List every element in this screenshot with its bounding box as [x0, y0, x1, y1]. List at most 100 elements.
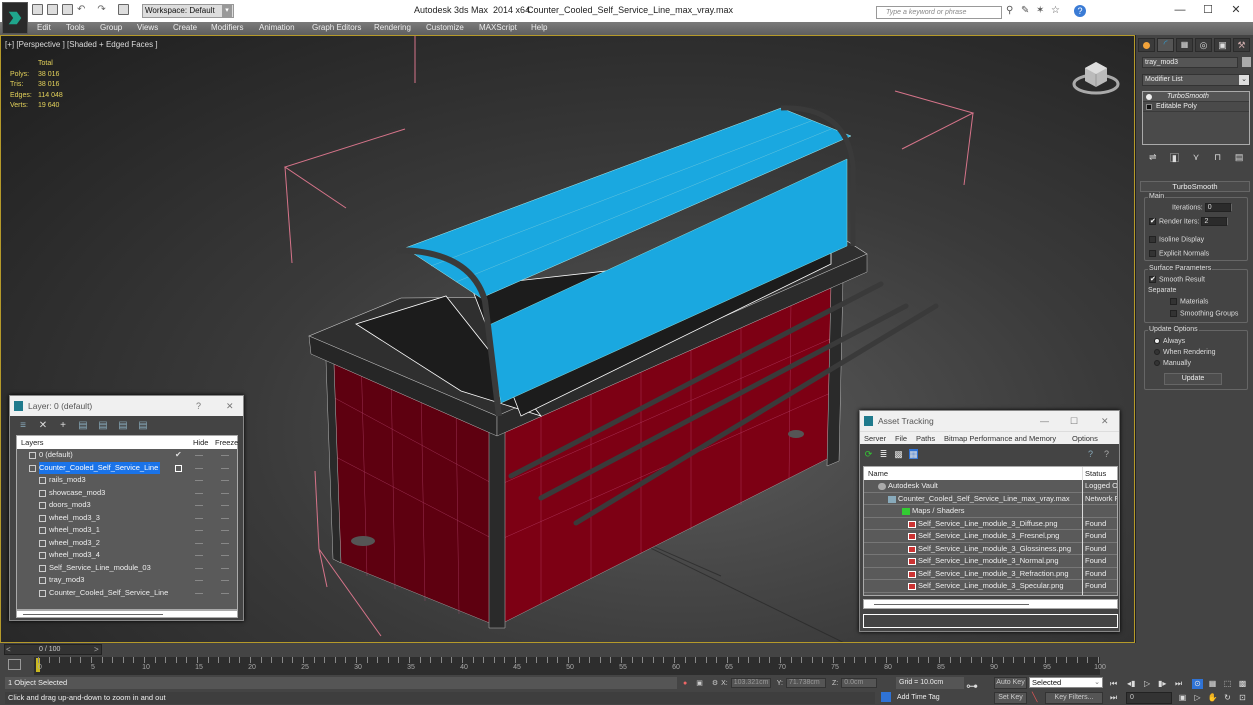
- binoculars-icon[interactable]: ⚲: [1006, 5, 1016, 16]
- object-name-field[interactable]: tray_mod3: [1142, 57, 1238, 68]
- asset-row[interactable]: Self_Service_Line_module_3_Specular.png F…: [864, 580, 1117, 593]
- freeze-toggle[interactable]: [221, 505, 229, 506]
- update-manually-option[interactable]: Manually: [1154, 360, 1191, 367]
- layer-row[interactable]: Counter_Cooled_Self_Service_Line: [17, 461, 237, 474]
- stack-item-turbosmooth[interactable]: TurboSmooth: [1143, 92, 1249, 102]
- pin-stack-icon[interactable]: ⇌: [1148, 152, 1157, 162]
- zoom-extents-icon[interactable]: ⬚: [1222, 679, 1233, 689]
- hide-toggle[interactable]: [195, 492, 203, 494]
- freeze-toggle[interactable]: [221, 567, 229, 569]
- update-when-rendering-option[interactable]: When Rendering: [1154, 349, 1216, 356]
- set-current-layer-icon[interactable]: [175, 464, 182, 472]
- hide-toggle[interactable]: [195, 480, 203, 481]
- freeze-toggle[interactable]: [221, 555, 229, 556]
- menu-views[interactable]: Views: [137, 23, 158, 32]
- menu-options[interactable]: Options: [1072, 432, 1098, 445]
- track-bar[interactable]: 0 5 10 15 20 25 30 35 40 45 50 55 60 65 70 75 80 85 90 95 10…: [34, 657, 1106, 675]
- x-coordinate-field[interactable]: 103.321cm: [730, 678, 771, 688]
- lock-selection-icon[interactable]: ▣: [696, 679, 703, 687]
- viewport-label[interactable]: [+] [Perspective ] [Shaded + Edged Faces…: [5, 40, 158, 49]
- set-key-button[interactable]: Set Key: [994, 692, 1027, 704]
- stack-item-editable-poly[interactable]: Editable Poly: [1143, 102, 1249, 112]
- key-mode-toggle-icon[interactable]: ⏭: [1110, 693, 1117, 703]
- help-icon[interactable]: ?: [1088, 449, 1093, 459]
- layer-row[interactable]: Self_Service_Line_module_03: [17, 562, 237, 575]
- remove-modifier-icon[interactable]: ⊓: [1213, 152, 1222, 162]
- play-icon[interactable]: ▷: [1144, 679, 1150, 688]
- smoothing-groups-option[interactable]: Smoothing Groups: [1170, 310, 1238, 317]
- go-to-start-icon[interactable]: ⏮: [1110, 679, 1117, 689]
- hide-toggle[interactable]: [195, 592, 203, 594]
- layer-row-name[interactable]: doors_mod3: [49, 499, 91, 512]
- modifier-list-dropdown[interactable]: Modifier List ⌄: [1142, 74, 1250, 86]
- redo-icon[interactable]: ↷: [97, 4, 105, 15]
- zoom-all-icon[interactable]: ▦: [1207, 679, 1218, 689]
- next-frame-icon[interactable]: >: [94, 645, 99, 654]
- always-radio[interactable]: [1154, 338, 1160, 345]
- utilities-tab[interactable]: ⚒: [1233, 38, 1250, 52]
- freeze-toggle[interactable]: [221, 580, 229, 581]
- orbit-icon[interactable]: ↻: [1222, 693, 1233, 703]
- minimize-button[interactable]: —: [1040, 411, 1049, 431]
- close-button[interactable]: ✕: [226, 396, 234, 416]
- thumbnail-view-icon[interactable]: ▩: [894, 449, 903, 459]
- layer-row[interactable]: showcase_mod3: [17, 487, 237, 500]
- menu-create[interactable]: Create: [173, 23, 197, 32]
- configure-modifier-sets-icon[interactable]: ▤: [1235, 152, 1244, 162]
- hide-toggle[interactable]: [195, 505, 203, 506]
- update-always-option[interactable]: Always: [1154, 338, 1185, 345]
- auto-key-button[interactable]: Auto Key: [994, 677, 1027, 689]
- isoline-checkbox[interactable]: [1149, 236, 1156, 243]
- layer-row[interactable]: wheel_mod3_1: [17, 524, 237, 537]
- when-rendering-radio[interactable]: [1154, 349, 1160, 356]
- explicit-normals-option[interactable]: Explicit Normals: [1149, 250, 1209, 257]
- asset-row[interactable]: Autodesk Vault Logged O: [864, 480, 1117, 493]
- create-layer-icon[interactable]: ≡: [18, 420, 28, 431]
- previous-key-icon[interactable]: ◂▮: [1127, 679, 1135, 688]
- highlight-selected-icon[interactable]: ▤: [98, 420, 108, 431]
- object-color-swatch[interactable]: [1242, 57, 1251, 67]
- hand-pan-icon[interactable]: ✋: [1207, 693, 1218, 703]
- iterations-spinner[interactable]: 0: [1204, 203, 1232, 212]
- horizontal-scrollbar[interactable]: [16, 610, 238, 618]
- layer-row[interactable]: doors_mod3: [17, 499, 237, 512]
- key-filter-icon[interactable]: ╲: [1032, 692, 1037, 703]
- menu-file[interactable]: File: [895, 432, 907, 445]
- lightbulb-icon[interactable]: [1146, 94, 1152, 100]
- pan-icon[interactable]: ▷: [1192, 693, 1203, 703]
- field-of-view-icon[interactable]: ▣: [1177, 693, 1188, 703]
- column-freeze[interactable]: Freeze: [215, 436, 238, 449]
- layer-row-name[interactable]: rails_mod3: [49, 474, 86, 487]
- asset-row[interactable]: Self_Service_Line_module_3_Normal.png Fou…: [864, 555, 1117, 568]
- hide-toggle[interactable]: [195, 567, 203, 569]
- hide-toggle[interactable]: [195, 467, 203, 469]
- hide-toggle[interactable]: [195, 455, 203, 456]
- current-frame-spinner[interactable]: 0: [1126, 692, 1172, 704]
- layer-row[interactable]: wheel_mod3_4: [17, 549, 237, 562]
- horizontal-scrollbar[interactable]: [863, 599, 1118, 609]
- wrench-icon[interactable]: ✎: [1021, 5, 1031, 16]
- freeze-toggle[interactable]: [221, 455, 229, 456]
- render-iters-checkbox[interactable]: [1149, 217, 1156, 225]
- render-iters-spinner[interactable]: 2: [1201, 217, 1229, 226]
- star-icon[interactable]: ☆: [1051, 5, 1061, 16]
- help-button[interactable]: ?: [196, 396, 201, 416]
- y-coordinate-field[interactable]: 71.738cm: [786, 678, 826, 688]
- update-button[interactable]: Update: [1164, 373, 1222, 385]
- materials-option[interactable]: Materials: [1170, 298, 1208, 305]
- search-input[interactable]: Type a keyword or phrase: [876, 6, 1002, 19]
- layer-row-name[interactable]: Self_Service_Line_module_03: [49, 562, 151, 575]
- maximize-viewport-icon[interactable]: ⊡: [1237, 693, 1248, 703]
- asset-row[interactable]: Self_Service_Line_module_3_Refraction.pn…: [864, 568, 1117, 580]
- layer-row[interactable]: rails_mod3: [17, 474, 237, 487]
- column-hide[interactable]: Hide: [193, 436, 208, 449]
- app-menu-button[interactable]: [2, 2, 28, 34]
- materials-checkbox[interactable]: [1170, 298, 1177, 305]
- freeze-toggle[interactable]: [221, 592, 229, 594]
- menu-server[interactable]: Server: [864, 432, 886, 445]
- smoothing-groups-checkbox[interactable]: [1170, 310, 1177, 317]
- previous-frame-icon[interactable]: <: [6, 645, 11, 654]
- z-coordinate-field[interactable]: 0.0cm: [841, 678, 878, 688]
- layer-row[interactable]: 0 (default) ✔: [17, 449, 237, 462]
- make-unique-icon[interactable]: ⋎: [1191, 152, 1200, 162]
